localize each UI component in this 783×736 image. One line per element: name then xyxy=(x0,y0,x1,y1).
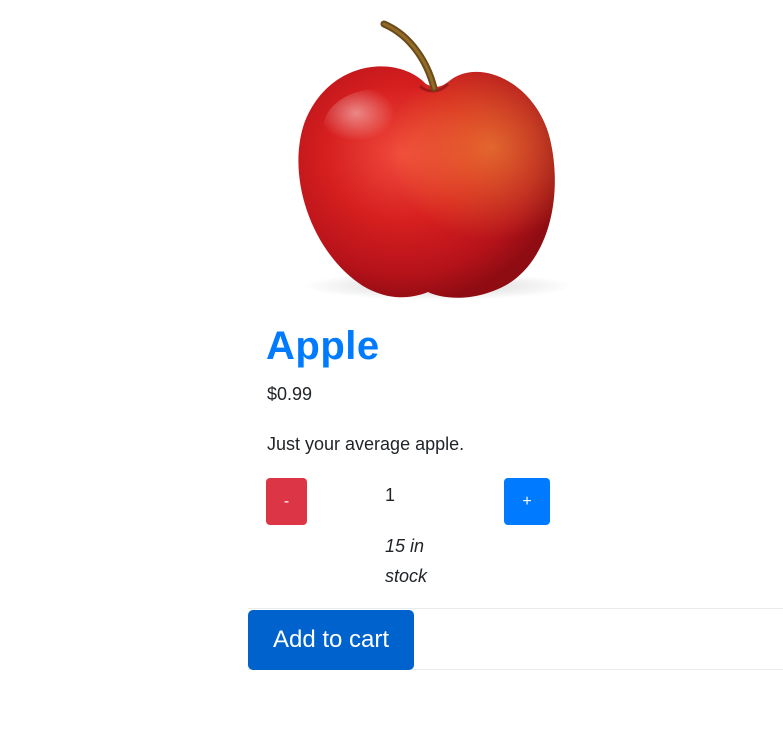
product-image xyxy=(288,14,588,306)
stock-count: 15 in stock xyxy=(385,536,428,586)
quantity-value: 1 xyxy=(385,485,396,505)
add-to-cart-button[interactable]: Add to cart xyxy=(248,610,414,670)
decrement-button[interactable]: - xyxy=(266,478,307,525)
increment-button[interactable]: + xyxy=(504,478,550,525)
product-name: Apple xyxy=(266,324,380,368)
product-description: Just your average apple. xyxy=(267,434,465,454)
apple-icon xyxy=(298,20,573,300)
product-price: $0.99 xyxy=(267,384,313,404)
